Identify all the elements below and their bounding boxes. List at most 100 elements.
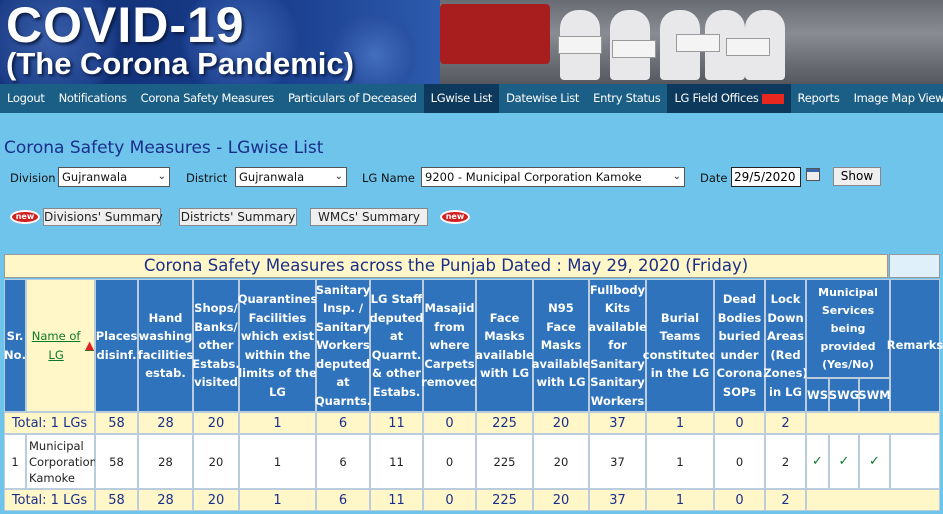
nav-notifications[interactable]: Notifications [52, 84, 134, 113]
division-select[interactable]: Gujranwala ⌄ [58, 167, 170, 187]
date-input[interactable]: 29/5/2020 [731, 167, 801, 187]
row-cell: 1 [239, 434, 316, 489]
total-cell: 11 [370, 412, 423, 434]
row-sr-no: 1 [4, 434, 26, 489]
page-title: Corona Safety Measures - LGwise List [4, 138, 324, 158]
swg-check-icon: ✓ [829, 434, 859, 489]
total-cell: 225 [476, 489, 533, 511]
total-blank-cell [806, 412, 940, 434]
lg-name-label: LG Name [362, 171, 415, 185]
nav-image-map-viewer[interactable]: Image Map Viewer [847, 84, 943, 113]
nav-lgwise-list[interactable]: LGwise List [423, 84, 500, 113]
total-cell: 1 [239, 489, 316, 511]
nav-lg-field-offices[interactable]: LG Field Offices [667, 84, 791, 113]
header-ws: WS [806, 378, 829, 412]
total-cell: 28 [138, 489, 193, 511]
division-label: Division [10, 171, 56, 185]
total-cell: 2 [765, 412, 806, 434]
sort-up-icon: ▲ [85, 338, 94, 353]
row-cell: 11 [370, 434, 423, 489]
nav-corona-safety-measures[interactable]: Corona Safety Measures [134, 84, 281, 113]
header-municipal-services: Municipal Services being provided (Yes/N… [806, 279, 890, 378]
caption-spacer [889, 254, 940, 278]
total-cell: 225 [476, 412, 533, 434]
total-cell: 6 [316, 489, 370, 511]
total-cell: 28 [138, 412, 193, 434]
nav-logout[interactable]: Logout [0, 84, 52, 113]
nav-reports[interactable]: Reports [791, 84, 847, 113]
new-badge-icon: new [10, 210, 40, 224]
row-cell: 225 [476, 434, 533, 489]
banner-truck [440, 4, 550, 64]
show-button[interactable]: Show [833, 167, 881, 186]
swm-check-icon: ✓ [859, 434, 890, 489]
chevron-down-icon: ⌄ [334, 171, 343, 182]
district-select[interactable]: Gujranwala ⌄ [235, 167, 347, 187]
header-hand-washing: Hand washing facilities estab. [138, 279, 193, 412]
banner-subtitle: (The Corona Pandemic) [6, 46, 354, 81]
header-masajid: Masajid from where Carpets removed [421, 279, 478, 412]
total-cell: 0 [423, 412, 476, 434]
new-badge-icon: new [440, 210, 470, 224]
row-cell: 6 [316, 434, 370, 489]
nav-lg-field-offices-label: LG Field Offices [674, 91, 759, 105]
row-cell: 0 [423, 434, 476, 489]
check-icon: ✓ [838, 454, 850, 469]
chevron-down-icon: ⌄ [157, 171, 166, 182]
districts-summary-button[interactable]: Districts' Summary [179, 208, 297, 226]
header-fullbody-kits: Fullbody Kits available for Sanitary San… [588, 279, 647, 412]
check-icon: ✓ [812, 454, 823, 469]
row-cell: 1 [646, 434, 714, 489]
total-cell: 1 [646, 489, 714, 511]
nav-entry-status[interactable]: Entry Status [586, 84, 667, 113]
nav-datewise-list[interactable]: Datewise List [499, 84, 586, 113]
total-cell: 0 [714, 412, 765, 434]
total-cell: 37 [589, 489, 646, 511]
row-cell: 37 [589, 434, 646, 489]
wmcs-summary-button[interactable]: WMCs' Summary [310, 208, 428, 226]
division-select-value: Gujranwala [62, 170, 128, 184]
row-cell: 28 [138, 434, 193, 489]
total-cell: 20 [533, 489, 589, 511]
check-icon: ✓ [869, 454, 880, 469]
row-cell: 2 [765, 434, 806, 489]
header-lockdown-areas: Lock Down Areas (Red Zones) in LG [763, 279, 808, 412]
chevron-down-icon: ⌄ [672, 171, 681, 182]
total-cell: 20 [193, 412, 239, 434]
row-cell: 20 [193, 434, 239, 489]
main-nav: Logout Notifications Corona Safety Measu… [0, 84, 943, 113]
total-cell: 58 [95, 489, 138, 511]
total-cell: 20 [193, 489, 239, 511]
header-swg: SWG [829, 378, 859, 412]
calendar-icon[interactable] [806, 168, 820, 181]
header-shops-visited: Shops/ Banks/ other Estabs. visited [192, 279, 240, 412]
header-remarks: Remarks [887, 279, 943, 412]
ws-check-icon: ✓ [806, 434, 829, 489]
nav-particulars-of-deceased[interactable]: Particulars of Deceased [281, 84, 424, 113]
header-swm: SWM [858, 378, 891, 412]
divisions-summary-button[interactable]: Divisions' Summary [43, 208, 163, 226]
total-label: Total: 1 LGs [4, 412, 95, 434]
header-face-masks: Face Masks available with LG [475, 279, 534, 412]
row-cell: 58 [95, 434, 138, 489]
header-name-of-lg-label: Name of LG [31, 329, 81, 362]
total-label: Total: 1 LGs [4, 489, 95, 511]
row-cell: 0 [714, 434, 765, 489]
row-lg-name: Municipal Corporation Kamoke [26, 434, 97, 489]
total-cell: 1 [646, 412, 714, 434]
row-remarks [890, 434, 940, 489]
table-caption: Corona Safety Measures across the Punjab… [4, 254, 888, 278]
total-cell: 58 [95, 412, 138, 434]
header-places-disinfected: Places disinf. [95, 279, 138, 412]
total-cell: 6 [316, 412, 370, 434]
total-cell: 11 [370, 489, 423, 511]
total-cell: 2 [765, 489, 806, 511]
header-name-of-lg[interactable]: Name of LG ▲ [26, 279, 95, 412]
district-select-value: Gujranwala [239, 170, 305, 184]
total-cell: 0 [714, 489, 765, 511]
header-sr-no: Sr. No. [4, 279, 26, 412]
total-blank-cell [806, 489, 940, 511]
header-lg-staff: LG Staff deputed at Quarnt. & other Esta… [370, 279, 424, 412]
header-burial-teams: Burial Teams constituted in the LG [643, 279, 717, 412]
lg-name-select[interactable]: 9200 - Municipal Corporation Kamoke ⌄ [421, 167, 685, 187]
